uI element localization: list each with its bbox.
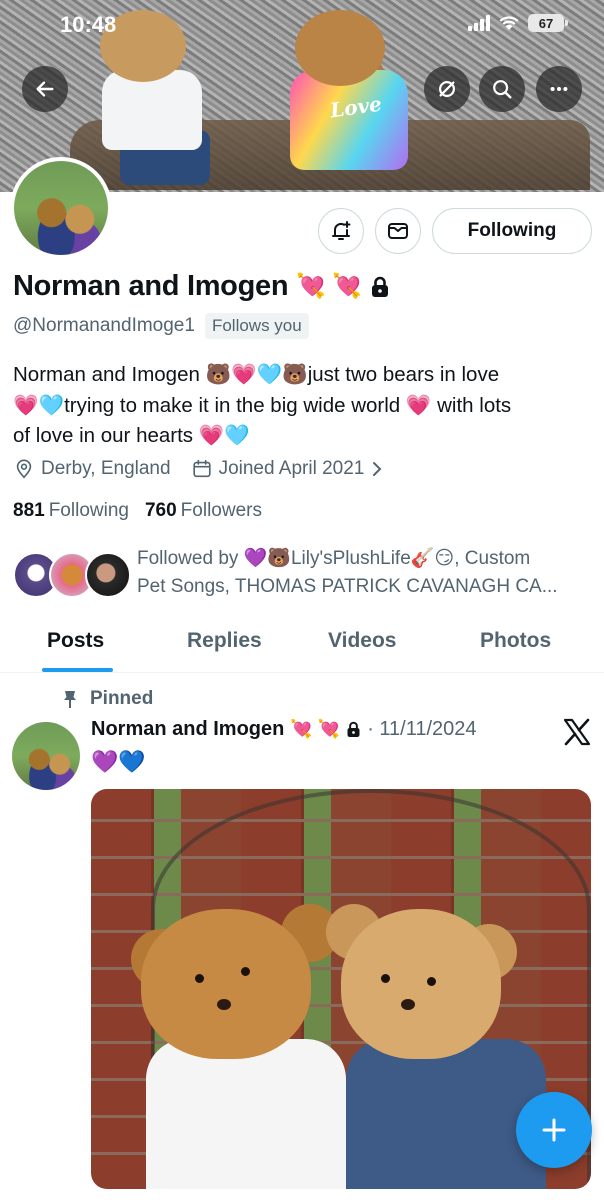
tab-replies[interactable]: Replies <box>187 629 262 653</box>
following-button[interactable]: Following <box>432 208 592 254</box>
envelope-icon <box>388 223 408 239</box>
following-count-link[interactable]: 881 Following <box>13 500 129 522</box>
followed-by-line: Followed by 💜🐻Lily'sPlushLife🎸😏, Custom <box>137 548 531 569</box>
more-options-button[interactable] <box>536 66 582 112</box>
profile-avatar[interactable] <box>10 157 112 259</box>
bio-text: just two bears in love <box>307 363 500 386</box>
followed-by[interactable]: Followed by 💜🐻Lily'sPlushLife🎸😏, Custom … <box>13 545 593 605</box>
followers-count: 760 <box>144 500 177 521</box>
active-tab-indicator <box>42 668 113 672</box>
x-logo-icon <box>563 718 591 746</box>
bio-line: 💗🩵trying to make it in the big wide worl… <box>13 391 598 422</box>
image-bear-head <box>341 909 501 1059</box>
notifications-button[interactable] <box>318 208 364 254</box>
display-name-text: Norman and Imogen <box>13 270 289 302</box>
lock-icon <box>371 276 388 297</box>
back-button[interactable] <box>22 66 68 112</box>
followed-by-line: Pet Songs, THOMAS PATRICK CAVANAGH CA... <box>137 576 558 597</box>
bio-emojis: 🐻💗🩵🐻 <box>205 363 308 386</box>
name-emojis: 💘 💘 <box>296 273 362 300</box>
followed-by-text: Followed by 💜🐻Lily'sPlushLife🎸😏, Custom … <box>137 545 593 601</box>
following-label: Following <box>48 500 129 521</box>
image-bear-eye <box>381 974 390 983</box>
image-bear-nose <box>401 999 415 1010</box>
bio-line: Norman and Imogen 🐻💗🩵🐻just two bears in … <box>13 360 598 391</box>
profile-meta: Derby, England Joined April 2021 <box>13 458 384 480</box>
pin-icon <box>64 691 76 708</box>
more-dots-icon <box>550 86 568 92</box>
search-button[interactable] <box>479 66 525 112</box>
banner-bear-norman-shirt <box>102 70 202 150</box>
search-icon <box>493 80 512 99</box>
bio-text: trying to make it in the big wide world <box>64 393 406 417</box>
post-header: Norman and Imogen 💘 💘 · 11/11/2024 <box>91 718 477 741</box>
handle-row: @NormanandImoge1 Follows you <box>13 313 309 339</box>
grok-button[interactable] <box>424 66 470 112</box>
post-author-emojis: 💘 💘 <box>290 719 341 739</box>
chevron-right-icon[interactable] <box>370 460 384 478</box>
post-date: · 11/11/2024 <box>367 718 477 740</box>
image-bear-eye <box>195 974 204 983</box>
tab-videos[interactable]: Videos <box>328 629 396 653</box>
bio-emojis: 💗🩵 <box>198 424 250 447</box>
bio-emojis: 💗🩵 <box>13 393 65 417</box>
follow-counts: 881 Following 760 Followers <box>13 500 262 522</box>
tab-posts[interactable]: Posts <box>47 629 104 653</box>
follows-you-badge: Follows you <box>204 313 309 339</box>
followers-label: Followers <box>180 500 262 521</box>
calendar-icon <box>192 459 211 478</box>
status-icons: 67 <box>468 14 568 32</box>
followers-count-link[interactable]: 760 Followers <box>145 500 262 522</box>
wifi-icon <box>499 16 519 30</box>
image-bear-eye <box>427 977 436 986</box>
image-bear-body <box>346 1039 546 1189</box>
compose-post-button[interactable] <box>516 1092 592 1168</box>
bio-text: with lots <box>431 393 512 417</box>
profile-joined[interactable]: Joined April 2021 <box>219 458 365 480</box>
bio-line: of love in our hearts 💗🩵 <box>13 421 598 452</box>
grok-icon <box>439 81 455 97</box>
bell-plus-icon <box>332 221 351 240</box>
status-bar: 10:48 67 <box>0 0 604 50</box>
lock-icon <box>347 721 360 737</box>
profile-handle: @NormanandImoge1 <box>13 315 195 336</box>
cellular-signal-icon <box>468 15 490 31</box>
image-bear-eye <box>241 967 250 976</box>
follower-avatar <box>85 552 131 598</box>
image-bear-body <box>146 1039 346 1189</box>
profile-display-name: Norman and Imogen 💘 💘 <box>13 270 390 303</box>
image-bear-head <box>141 909 311 1059</box>
profile-tabs: Posts Replies Videos Photos <box>0 615 604 673</box>
tab-photos[interactable]: Photos <box>480 629 551 653</box>
profile-bio: Norman and Imogen 🐻💗🩵🐻just two bears in … <box>13 360 598 452</box>
post-author-avatar[interactable] <box>12 722 80 790</box>
bio-text: of love in our hearts <box>13 424 199 447</box>
profile-location: Derby, England <box>41 458 171 479</box>
plus-icon <box>542 1118 566 1142</box>
image-bear-nose <box>217 999 231 1010</box>
post-author-name[interactable]: Norman and Imogen <box>91 718 284 741</box>
message-button[interactable] <box>375 208 421 254</box>
location-pin-icon <box>16 459 32 479</box>
battery-icon: 67 <box>528 14 568 32</box>
following-count: 881 <box>13 500 45 521</box>
bio-emojis: 💗 <box>405 393 432 417</box>
status-time: 10:48 <box>60 12 117 37</box>
bio-text: Norman and Imogen <box>13 363 206 386</box>
pinned-text: Pinned <box>90 688 154 709</box>
post-text: 💜💙 <box>91 749 146 774</box>
pinned-label: Pinned <box>62 688 153 710</box>
back-arrow-icon <box>36 81 54 97</box>
